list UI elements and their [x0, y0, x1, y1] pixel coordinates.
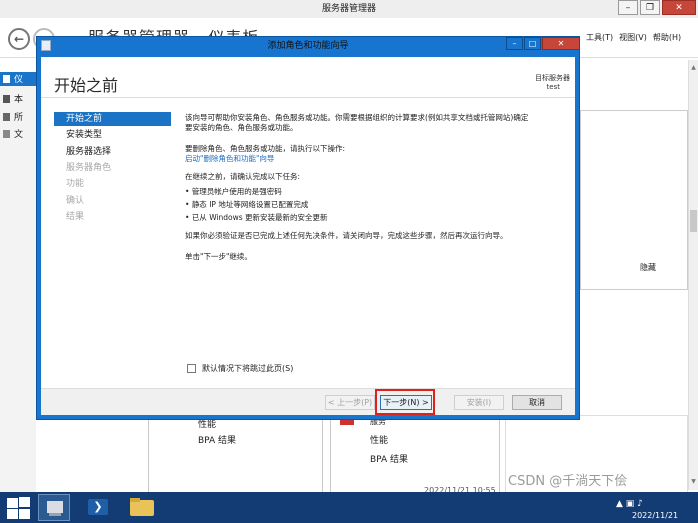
- prerequisite-item: • 已从 Windows 更新安装最新的安全更新: [185, 213, 328, 222]
- background-panel: [580, 110, 688, 290]
- back-arrow-icon[interactable]: ←: [8, 28, 30, 50]
- sidebar-item-file-services[interactable]: 文: [0, 127, 36, 141]
- tile-performance-link[interactable]: 性能: [370, 433, 388, 446]
- next-button-highlight: [375, 389, 435, 415]
- close-button[interactable]: ✕: [662, 0, 696, 15]
- skip-page-label[interactable]: 默认情况下将跳过此页(S): [202, 363, 293, 374]
- prerequisite-item: • 管理员帐户使用的是强密码: [185, 187, 282, 196]
- cancel-button[interactable]: 取消: [512, 395, 562, 410]
- target-server-label: 目标服务器: [535, 74, 570, 82]
- dashboard-icon: [3, 75, 10, 83]
- menu-help[interactable]: 帮助(H): [653, 32, 681, 43]
- install-button[interactable]: 安装(I): [454, 395, 504, 410]
- wizard-title: 添加角色和功能向导: [267, 41, 349, 51]
- previous-button[interactable]: < 上一步(P): [325, 395, 375, 410]
- scroll-thumb[interactable]: [690, 210, 697, 232]
- step-before-you-begin[interactable]: 开始之前: [54, 112, 171, 126]
- step-server-selection[interactable]: 服务器选择: [54, 145, 171, 159]
- step-installation-type[interactable]: 安装类型: [54, 128, 171, 142]
- scrollbar[interactable]: [688, 60, 698, 490]
- intro-text-line2: 要安装的角色、角色服务或功能。: [185, 123, 298, 132]
- tray-date[interactable]: 2022/11/21: [632, 511, 678, 520]
- wizard-close-button[interactable]: ✕: [542, 37, 580, 50]
- continue-hint: 单击"下一步"继续。: [185, 252, 252, 261]
- prerequisite-item: • 静态 IP 地址等网络设置已配置完成: [185, 200, 309, 209]
- server-manager-window-controls: – ❐ ✕: [616, 0, 696, 16]
- tile-bpa-link[interactable]: BPA 结果: [370, 452, 408, 465]
- menu-tools[interactable]: 工具(T): [586, 32, 613, 43]
- sidebar-item-dashboard[interactable]: 仪: [0, 72, 36, 86]
- target-server-value: test: [546, 83, 560, 91]
- servers-icon: [3, 113, 10, 121]
- wizard-window-controls: – □ ✕: [505, 37, 580, 50]
- dashboard-tile-right: [330, 415, 500, 495]
- windows-start-icon[interactable]: [6, 496, 32, 520]
- wizard-maximize-button[interactable]: □: [524, 37, 541, 50]
- server-manager-taskbar-icon[interactable]: [38, 494, 70, 521]
- server-manager-title: 服务器管理器: [321, 4, 376, 14]
- page-title: 开始之前: [54, 76, 119, 95]
- menu-view[interactable]: 视图(V): [619, 32, 647, 43]
- server-icon: [3, 95, 10, 103]
- hide-link[interactable]: 隐藏: [640, 262, 656, 273]
- system-tray-icons[interactable]: ▲ ▣ ♪: [616, 499, 643, 509]
- step-results: 结果: [66, 212, 85, 222]
- sidebar-item-all-servers[interactable]: 所: [0, 110, 36, 124]
- skip-page-checkbox[interactable]: [187, 364, 196, 373]
- header-divider: [41, 97, 575, 98]
- prerequisites-text: 在继续之前，请确认完成以下任务:: [185, 172, 301, 181]
- file-explorer-icon[interactable]: [124, 494, 160, 521]
- step-server-roles: 服务器角色: [66, 163, 112, 173]
- watermark: CSDN @千淌天下侩: [508, 474, 628, 489]
- step-features: 功能: [66, 179, 85, 189]
- powershell-icon[interactable]: ❯: [80, 494, 116, 521]
- dashboard-tile-left: [148, 415, 323, 495]
- menu-bar: 工具(T) 视图(V) 帮助(H): [580, 32, 681, 43]
- scroll-down-icon[interactable]: ▼: [690, 478, 697, 486]
- scroll-up-icon[interactable]: ▲: [690, 64, 697, 72]
- remove-roles-wizard-link[interactable]: 启动"删除角色和功能"向导: [185, 153, 274, 164]
- tile-bpa-link[interactable]: BPA 结果: [198, 433, 236, 446]
- sidebar-item-local-server[interactable]: 本: [0, 92, 36, 106]
- file-services-icon: [3, 130, 10, 138]
- step-confirmation: 确认: [66, 196, 85, 206]
- verification-note: 如果你必须验证是否已完成上述任何先决条件，请关闭向导，完成这些步骤，然后再次运行…: [185, 231, 508, 240]
- restore-button[interactable]: ❐: [640, 0, 660, 15]
- minimize-button[interactable]: –: [618, 0, 638, 15]
- wizard-minimize-button[interactable]: –: [506, 37, 523, 50]
